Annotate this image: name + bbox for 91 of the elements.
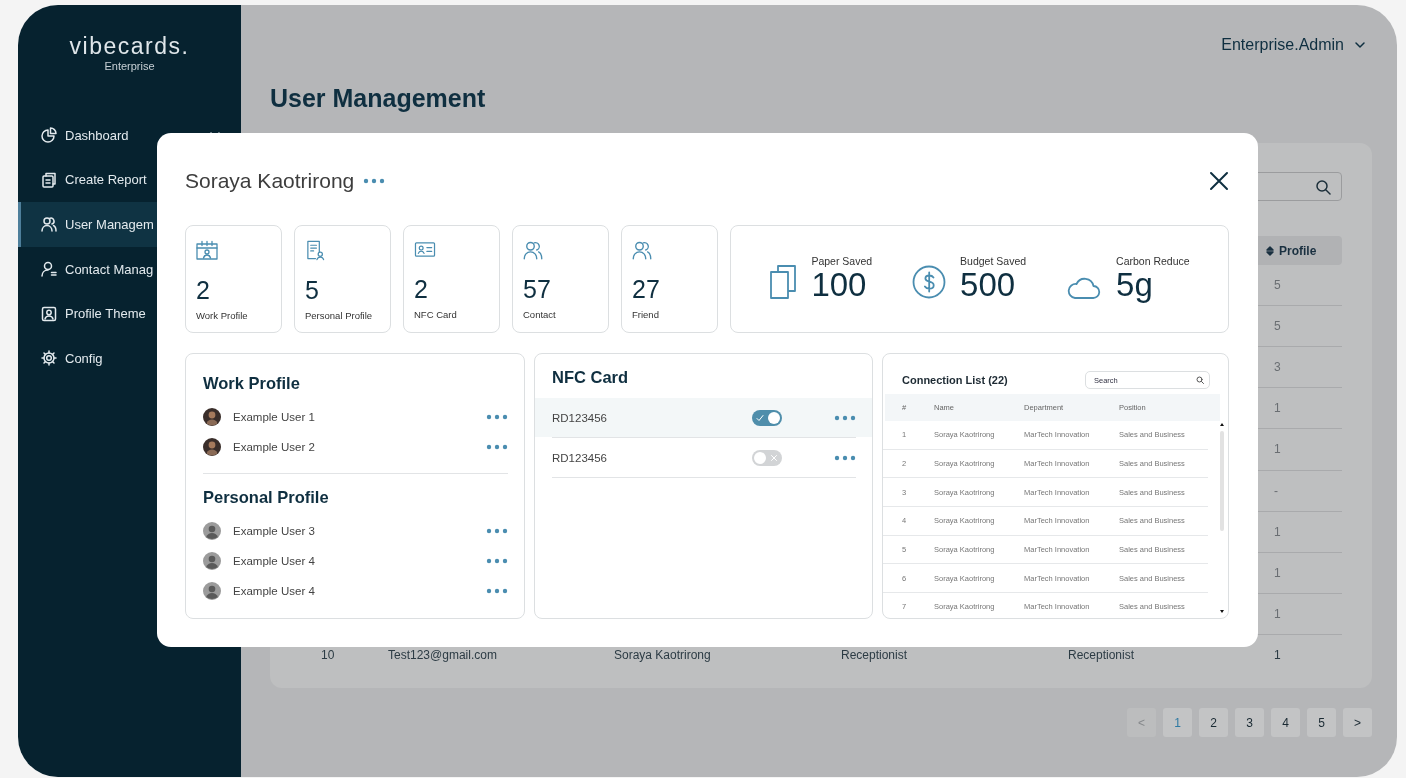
more-icon[interactable] — [834, 454, 856, 461]
user-menu[interactable]: Enterprise.Admin — [1221, 36, 1344, 54]
logo-subtitle: Enterprise — [104, 59, 155, 73]
user-name: Example User 4 — [233, 585, 316, 597]
stat-value: 2 — [196, 275, 211, 306]
chevron-down-icon — [1354, 39, 1366, 51]
more-icon[interactable] — [486, 558, 508, 564]
page-button[interactable]: > — [1343, 708, 1372, 737]
portrait-icon — [41, 305, 57, 322]
card-id: RD123456 — [552, 411, 608, 424]
user-name: Example User 2 — [233, 441, 316, 453]
pie-chart-icon — [41, 127, 57, 144]
table-cell-text: Receptionist — [841, 647, 909, 662]
page-button[interactable]: 3 — [1235, 708, 1264, 737]
user-name: Example User 1 — [233, 411, 316, 423]
search-icon — [1196, 376, 1204, 384]
avatar-icon — [203, 552, 221, 570]
users-icon — [523, 240, 543, 261]
cloud-icon — [1066, 275, 1103, 300]
page-button[interactable]: 5 — [1307, 708, 1336, 737]
table-cell-text: Receptionist — [1068, 647, 1136, 662]
section-title: NFC Card — [551, 367, 630, 388]
stat-value: 5 — [305, 275, 320, 306]
avatar-icon — [203, 438, 221, 456]
savings-value: 5g — [1116, 267, 1154, 304]
scrollbar[interactable] — [1218, 421, 1226, 615]
pages-icon — [769, 265, 798, 300]
stat-value: 2 — [414, 274, 429, 305]
section-title: Work Profile — [203, 373, 301, 394]
dollar-icon — [912, 265, 947, 300]
section-title: Personal Profile — [203, 487, 330, 508]
stat-label: Work Profile — [196, 310, 249, 322]
more-icon[interactable] — [486, 528, 508, 534]
toggle-switch[interactable] — [752, 409, 782, 426]
search-icon — [1315, 178, 1331, 195]
table-cell-text: 1 — [1273, 647, 1282, 662]
users-icon — [41, 216, 57, 233]
card-id: RD123456 — [552, 451, 608, 464]
savings-value: 500 — [960, 267, 1017, 304]
page-button[interactable]: 2 — [1199, 708, 1228, 737]
avatar-icon — [203, 582, 221, 600]
stat-value: 57 — [523, 274, 552, 305]
table-cell-text: - — [1273, 483, 1279, 498]
more-icon[interactable] — [486, 414, 508, 420]
page-title: User Management — [270, 85, 487, 114]
stat-label: Personal Profile — [305, 310, 374, 322]
cross-icon — [770, 453, 778, 462]
check-icon — [756, 413, 764, 422]
column-header[interactable]: Profile — [1260, 243, 1342, 258]
page-button[interactable]: 4 — [1271, 708, 1300, 737]
more-icon[interactable] — [486, 444, 508, 450]
table-cell-text: 1 — [1273, 442, 1282, 457]
table-cell-text: 1 — [1273, 524, 1282, 539]
close-icon[interactable] — [1209, 170, 1229, 191]
table-cell-text: 1 — [1273, 606, 1282, 621]
users-icon — [632, 240, 652, 261]
calendar-icon — [196, 240, 218, 262]
user-name: Example User 4 — [233, 555, 316, 567]
settings-icon — [41, 350, 57, 367]
document-icon — [305, 240, 326, 262]
nfc-row[interactable]: RD123456 — [535, 398, 872, 437]
table-cell-text: 5 — [1273, 319, 1282, 334]
clipboard-icon — [41, 171, 57, 188]
user-icon — [41, 261, 57, 278]
stat-label: Contact — [523, 309, 557, 321]
avatar-icon — [203, 522, 221, 540]
stat-value: 27 — [632, 274, 661, 305]
table-cell-text: 5 — [1273, 278, 1282, 293]
table-cell-text: 3 — [1273, 360, 1282, 375]
table-cell-text: 10 — [320, 647, 336, 662]
user-name: Soraya Kaotrirong — [185, 168, 355, 193]
more-icon[interactable] — [486, 588, 508, 594]
avatar-icon — [203, 408, 221, 426]
user-name: Example User 3 — [233, 525, 316, 537]
more-icon[interactable] — [363, 177, 386, 184]
panel-title: Connection List (22) — [902, 374, 1008, 386]
stat-label: Friend — [632, 309, 660, 321]
nfc-row[interactable]: RD123456 — [535, 438, 872, 477]
savings-label: Budget Saved — [960, 255, 1027, 268]
table-cell-text: Test123@gmail.com — [388, 647, 498, 662]
table-cell-text: Soraya Kaotrirong — [614, 647, 712, 662]
sort-icon — [1266, 245, 1274, 256]
stat-label: NFC Card — [414, 309, 458, 321]
savings-label: Carbon Reduce — [1116, 255, 1190, 268]
table-cell-text: 1 — [1273, 401, 1282, 416]
savings-value: 100 — [811, 267, 868, 304]
table-cell-text: 1 — [1273, 565, 1282, 580]
logo: vibecards. — [69, 33, 190, 59]
more-icon[interactable] — [834, 414, 856, 421]
savings-label: Paper Saved — [811, 255, 873, 268]
toggle-switch[interactable] — [752, 449, 782, 466]
